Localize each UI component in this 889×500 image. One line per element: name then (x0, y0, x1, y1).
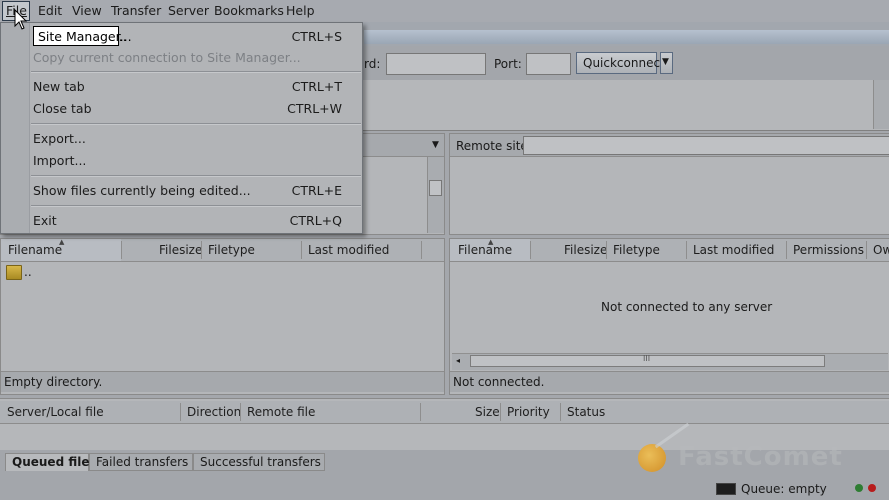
message-log-scrollbar[interactable] (873, 80, 889, 129)
shortcut-exit: CTRL+Q (289, 213, 342, 228)
remote-col-filesize[interactable]: Filesize (564, 243, 607, 257)
queue-status-text: Queue: empty (741, 482, 827, 496)
shortcut-show-edited-files: CTRL+E (291, 183, 342, 198)
local-file-list: Filename ▲ Filesize Filetype Last modifi… (0, 238, 445, 395)
menu-bar: File Edit View Transfer Server Bookmarks… (0, 0, 889, 22)
remote-status-bar: Not connected. (450, 371, 889, 392)
remote-col-permissions[interactable]: Permissions (793, 243, 864, 257)
remote-site-bar: Remote site: (450, 134, 889, 157)
remote-col-filetype[interactable]: Filetype (613, 243, 660, 257)
queue-col-file[interactable]: Server/Local file (7, 405, 104, 419)
menu-bookmarks[interactable]: Bookmarks (214, 3, 284, 18)
shortcut-close-tab: CTRL+W (287, 101, 342, 116)
queue-col-remote-file[interactable]: Remote file (247, 405, 315, 419)
menu-transfer[interactable]: Transfer (111, 3, 161, 18)
menu-item-copy-connection: Copy current connection to Site Manager.… (33, 50, 301, 65)
led-red-icon (868, 484, 876, 492)
tab-queued-files[interactable]: Queued files (5, 453, 97, 471)
menu-item-show-edited-files[interactable]: Show files currently being edited... (33, 183, 251, 198)
queue-col-status[interactable]: Status (567, 405, 605, 419)
local-col-filetype[interactable]: Filetype (208, 243, 255, 257)
menu-item-close-tab[interactable]: Close tab (33, 101, 92, 116)
sort-up-icon: ▲ (59, 238, 65, 246)
remote-file-list: Filename ▲ Filesize Filetype Last modifi… (449, 238, 889, 395)
menu-item-import[interactable]: Import... (33, 153, 86, 168)
tab-label: Successful transfers (200, 455, 321, 469)
transfer-queue: Server/Local file Direction Remote file … (0, 398, 889, 451)
remote-site-label: Remote site: (456, 139, 532, 153)
port-label: Port: (494, 57, 522, 71)
tab-label: Failed transfers (96, 455, 189, 469)
local-col-filesize[interactable]: Filesize (159, 243, 202, 257)
menu-divider (31, 71, 361, 73)
menu-view[interactable]: View (72, 3, 102, 18)
remote-col-lastmodified[interactable]: Last modified (693, 243, 774, 257)
folder-icon (6, 265, 22, 280)
file-menu: Site Manager... CTRL+S Copy current conn… (0, 22, 363, 234)
scroll-left-icon[interactable]: ◂ (456, 356, 460, 365)
menu-item-exit[interactable]: Exit (33, 213, 57, 228)
keyboard-icon (716, 483, 736, 495)
site-manager-highlight-label: Site Manager... (38, 29, 132, 44)
queue-tabs: Queued files Failed transfers Successful… (0, 450, 889, 476)
quickconnect-button-label: Quickconnect (583, 56, 665, 70)
list-item-name: .. (24, 265, 32, 279)
local-col-filename[interactable]: Filename (8, 243, 62, 257)
queue-col-size[interactable]: Size (475, 405, 500, 419)
menu-divider (31, 205, 361, 207)
status-bar: Queue: empty (0, 476, 889, 500)
tab-failed-transfers[interactable]: Failed transfers (89, 453, 193, 471)
menu-help[interactable]: Help (286, 3, 315, 18)
local-status-text: Empty directory. (4, 375, 103, 389)
scroll-thumb[interactable]: III (470, 354, 825, 367)
menu-divider (31, 123, 361, 125)
tab-successful-transfers[interactable]: Successful transfers (193, 453, 325, 471)
local-file-header: Filename ▲ Filesize Filetype Last modifi… (1, 238, 444, 262)
remote-tree-pane: Remote site: (449, 133, 889, 235)
remote-hscrollbar[interactable]: ◂ III (452, 353, 888, 370)
queue-header: Server/Local file Direction Remote file … (0, 401, 889, 424)
remote-status-text: Not connected. (453, 375, 545, 389)
local-tree-scrollbar[interactable] (427, 157, 444, 233)
site-manager-highlight[interactable]: Site Manager... (33, 26, 132, 46)
shortcut-site-manager: CTRL+S (291, 29, 342, 44)
tab-label: Queued files (12, 455, 97, 469)
menu-gutter (1, 23, 30, 233)
remote-col-filename[interactable]: Filename (458, 243, 512, 257)
scroll-grip: III (643, 354, 651, 363)
menu-server[interactable]: Server (168, 3, 209, 18)
menu-edit[interactable]: Edit (38, 3, 62, 18)
remote-site-path[interactable] (523, 136, 889, 155)
toolbar-strip (364, 30, 889, 44)
menu-divider (31, 175, 361, 177)
menu-item-export[interactable]: Export... (33, 131, 86, 146)
local-col-lastmodified[interactable]: Last modified (308, 243, 389, 257)
queue-col-direction[interactable]: Direction (187, 405, 241, 419)
quickconnect-dropdown-button[interactable]: ▼ (660, 52, 673, 74)
password-label: rd: (364, 57, 381, 71)
sort-up-icon: ▲ (488, 238, 494, 246)
remote-file-header: Filename ▲ Filesize Filetype Last modifi… (450, 238, 889, 262)
quickconnect-button[interactable]: Quickconnect (576, 52, 665, 74)
scroll-thumb[interactable] (429, 180, 442, 196)
remote-col-owner[interactable]: Ow (873, 243, 889, 257)
port-field[interactable] (526, 53, 571, 75)
chevron-down-icon: ▼ (662, 57, 669, 67)
mouse-cursor-icon (14, 9, 28, 30)
queue-col-priority[interactable]: Priority (507, 405, 550, 419)
chevron-down-icon[interactable]: ▼ (432, 140, 439, 150)
local-status-bar: Empty directory. (1, 371, 444, 392)
empty-message: Not connected to any server (601, 300, 773, 314)
shortcut-new-tab: CTRL+T (291, 79, 342, 94)
led-green-icon (855, 484, 863, 492)
menu-item-new-tab[interactable]: New tab (33, 79, 85, 94)
list-item[interactable]: .. (5, 265, 125, 283)
password-field[interactable] (386, 53, 486, 75)
